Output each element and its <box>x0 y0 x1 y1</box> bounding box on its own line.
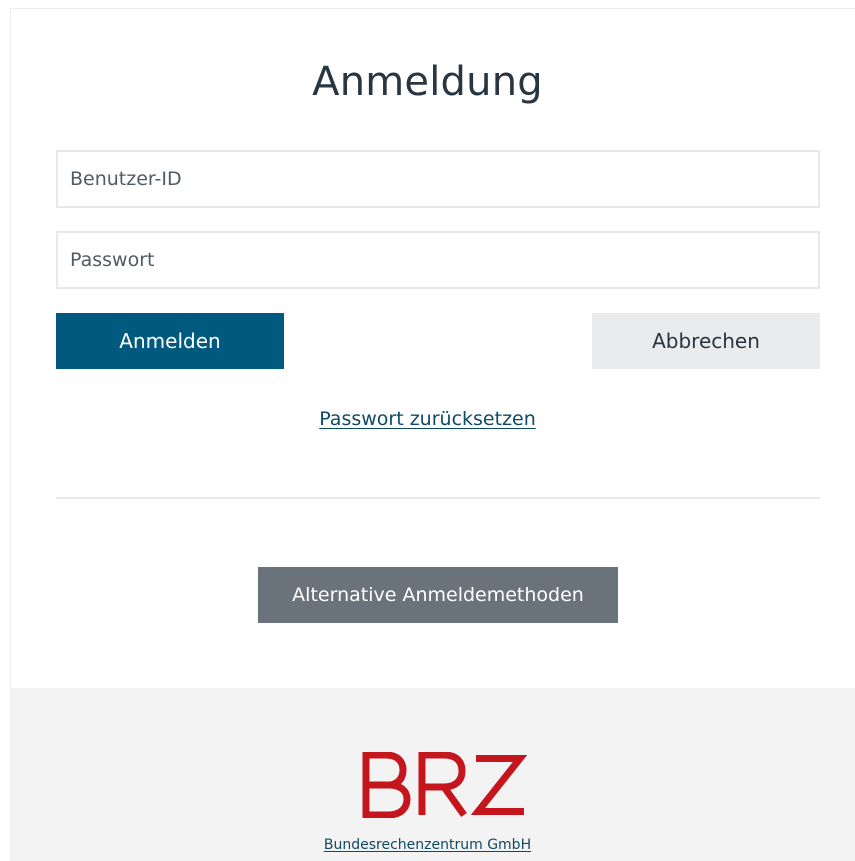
company-link[interactable]: Bundesrechenzentrum GmbH <box>324 837 531 853</box>
login-button[interactable]: Anmelden <box>56 313 284 369</box>
user-id-field[interactable] <box>56 150 820 208</box>
reset-password-link[interactable]: Passwort zurücksetzen <box>319 408 536 430</box>
alternative-login-button[interactable]: Alternative Anmeldemethoden <box>258 567 618 623</box>
reset-password-container: Passwort zurücksetzen <box>0 405 855 433</box>
password-field[interactable] <box>56 231 820 289</box>
page-title: Anmeldung <box>312 59 543 105</box>
company-link-container: Bundesrechenzentrum GmbH <box>0 835 855 855</box>
footer: Bundesrechenzentrum GmbH <box>10 688 855 861</box>
cancel-button[interactable]: Abbrechen <box>592 313 820 369</box>
brz-logo <box>362 752 528 818</box>
divider <box>56 497 820 499</box>
